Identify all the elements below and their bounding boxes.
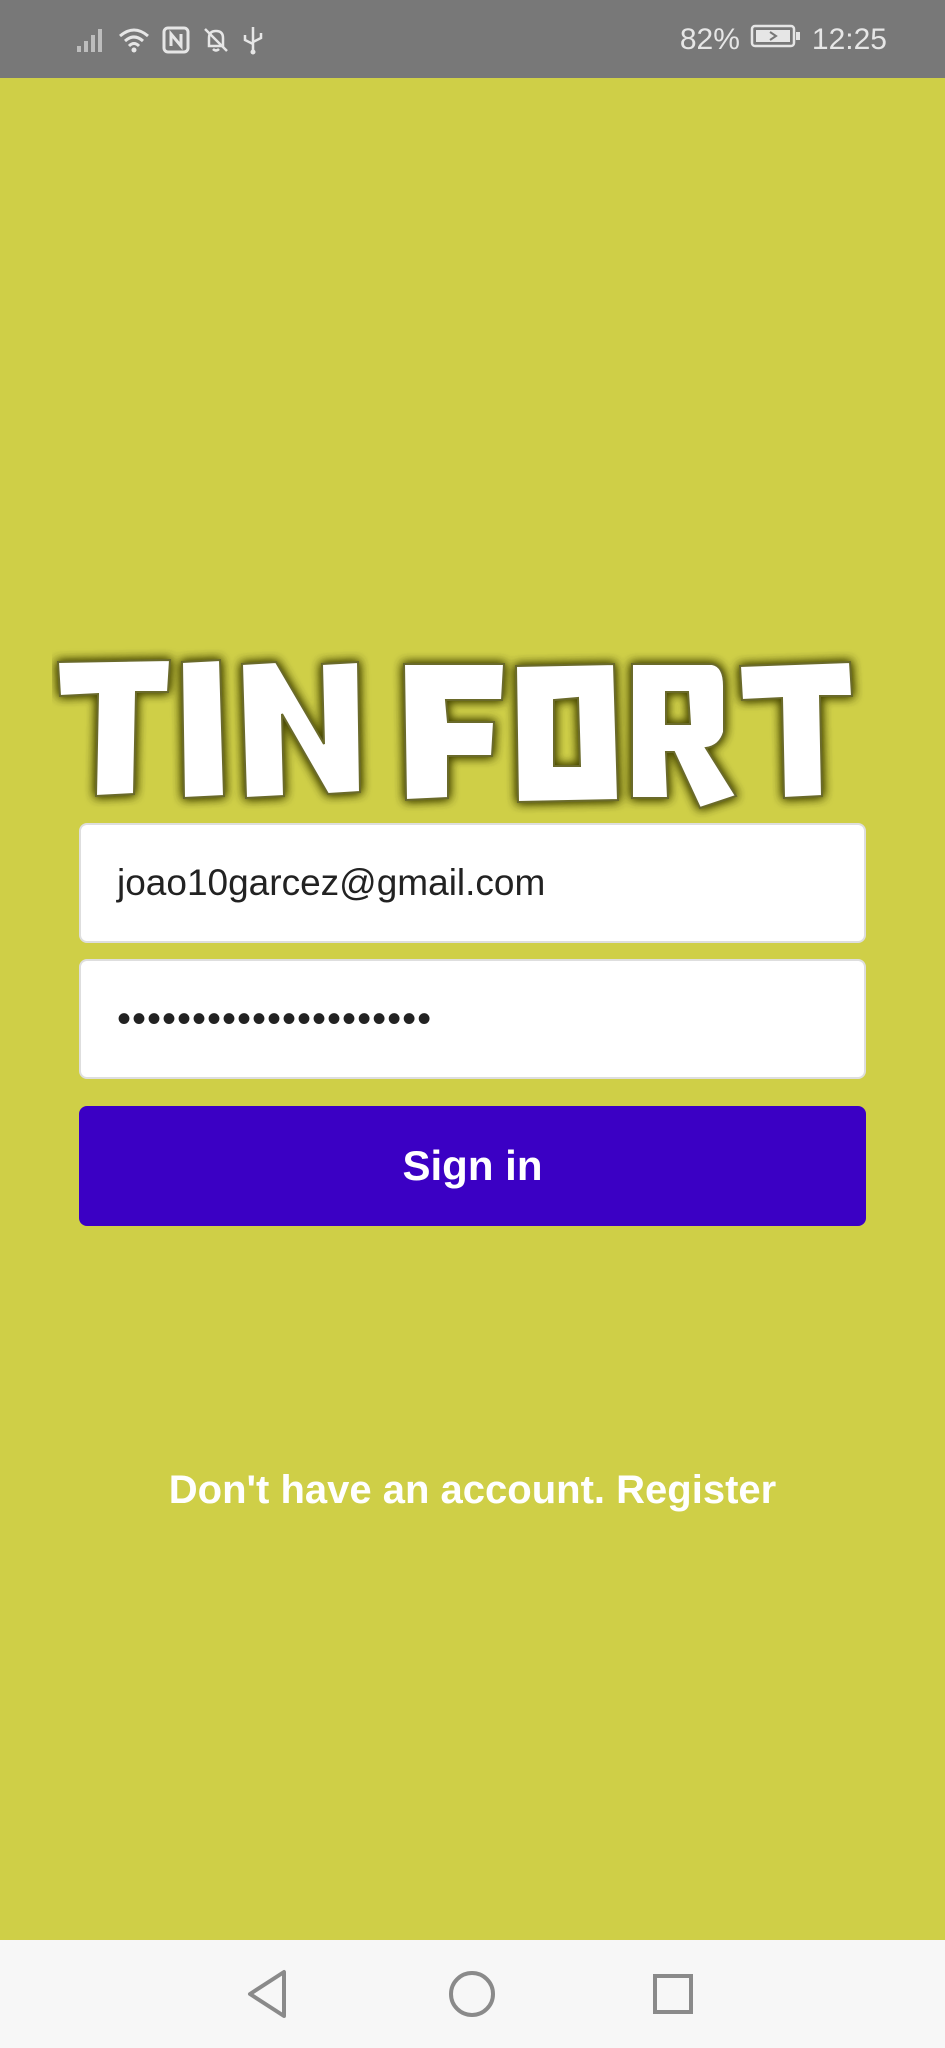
status-bar: 82% 12:25 xyxy=(0,0,945,78)
email-value: joao10garcez@gmail.com xyxy=(117,862,546,903)
home-icon[interactable] xyxy=(442,1964,502,2024)
email-field[interactable]: joao10garcez@gmail.com xyxy=(79,823,866,943)
wifi-icon xyxy=(118,27,150,53)
clock: 12:25 xyxy=(811,23,887,56)
password-value: ••••••••••••••••••••• xyxy=(117,996,433,1041)
app-logo xyxy=(52,576,892,826)
navigation-bar xyxy=(0,1940,945,2048)
battery-percent: 82% xyxy=(679,23,740,56)
register-link[interactable]: Don't have an account. Register xyxy=(0,1468,945,1513)
register-label: Don't have an account. Register xyxy=(168,1468,777,1512)
signal-icon xyxy=(76,27,106,53)
status-icons-right: 82% 12:25 xyxy=(680,18,887,62)
bell-muted-icon xyxy=(202,26,230,54)
nfc-icon xyxy=(162,26,190,54)
back-icon[interactable] xyxy=(240,1964,300,2024)
status-icons-left xyxy=(76,22,264,58)
password-field[interactable]: ••••••••••••••••••••• xyxy=(79,959,866,1079)
battery-charging-icon xyxy=(750,23,802,57)
sign-in-label: Sign in xyxy=(402,1142,543,1189)
sign-in-button[interactable]: Sign in xyxy=(79,1106,866,1226)
recents-icon[interactable] xyxy=(643,1964,703,2024)
usb-icon xyxy=(242,25,264,55)
login-screen: joao10garcez@gmail.com •••••••••••••••••… xyxy=(0,78,945,1940)
